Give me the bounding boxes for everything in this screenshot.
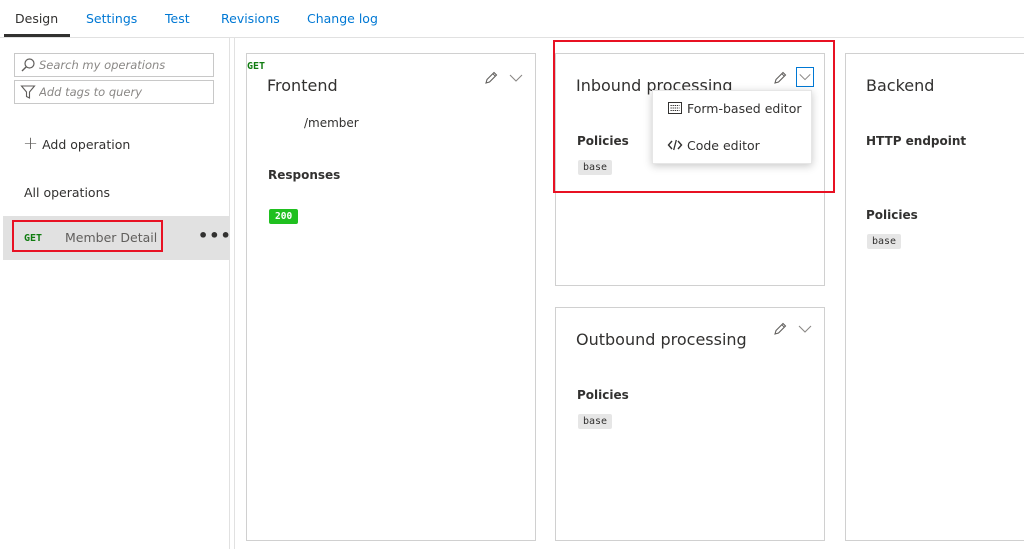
operation-item-member-detail[interactable]: GET Member Detail •••	[3, 216, 232, 260]
code-icon	[667, 139, 683, 151]
tab-bar: Design Settings Test Revisions Change lo…	[0, 0, 1024, 38]
method-badge: GET	[24, 233, 43, 244]
backend-panel: Backend HTTP endpoint Policies base	[845, 53, 1024, 541]
editor-dropdown-menu: Form-based editor Code editor	[652, 90, 812, 164]
tab-test[interactable]: Test	[165, 11, 190, 26]
chevron-down-icon	[799, 74, 811, 81]
search-icon	[21, 58, 35, 72]
status-badge[interactable]: 200	[269, 209, 299, 224]
panel-title: Backend	[866, 76, 935, 95]
tags-field[interactable]	[14, 80, 214, 104]
menu-item-form-editor[interactable]: Form-based editor	[667, 100, 802, 116]
pencil-icon[interactable]	[772, 321, 788, 337]
tags-input[interactable]	[39, 84, 209, 100]
chevron-down-icon[interactable]	[508, 70, 524, 86]
plus-icon: +	[23, 133, 39, 154]
chevron-dropdown-button[interactable]	[796, 67, 814, 87]
method-badge: GET	[247, 61, 266, 72]
policy-chip[interactable]: base	[578, 414, 613, 429]
more-options-icon[interactable]: •••	[198, 226, 232, 245]
pencil-icon[interactable]	[483, 70, 499, 86]
add-operation-label: Add operation	[42, 136, 131, 152]
policies-label: Policies	[577, 134, 629, 148]
divider	[234, 38, 235, 549]
tab-change-log[interactable]: Change log	[307, 11, 378, 26]
menu-item-code-editor[interactable]: Code editor	[667, 137, 760, 153]
search-field[interactable]	[14, 53, 214, 77]
outbound-panel: Outbound processing Policies base	[555, 307, 825, 541]
policies-label: Policies	[866, 208, 918, 222]
policies-label: Policies	[577, 388, 629, 402]
tab-settings[interactable]: Settings	[86, 11, 137, 26]
responses-label: Responses	[268, 168, 341, 182]
menu-item-label: Code editor	[687, 137, 760, 153]
panel-title: Outbound processing	[576, 330, 747, 349]
pencil-icon[interactable]	[772, 70, 788, 86]
menu-item-label: Form-based editor	[687, 100, 802, 116]
chevron-down-icon[interactable]	[797, 321, 813, 337]
tab-design[interactable]: Design	[15, 11, 58, 26]
operation-path: /member	[304, 116, 359, 130]
form-editor-icon	[668, 102, 682, 114]
operations-sidebar: + Add operation All operations GET Membe…	[3, 38, 232, 549]
policy-chip[interactable]: base	[867, 234, 902, 249]
filter-icon	[20, 85, 36, 99]
add-operation-button[interactable]: + Add operation	[23, 133, 131, 154]
tab-revisions[interactable]: Revisions	[221, 11, 280, 26]
http-endpoint-label: HTTP endpoint	[866, 134, 967, 148]
search-input[interactable]	[39, 57, 209, 73]
operation-name: Member Detail	[65, 230, 158, 245]
panel-title: Frontend	[267, 76, 338, 95]
active-tab-indicator	[4, 34, 70, 37]
policy-chip[interactable]: base	[578, 160, 613, 175]
inbound-panel: Inbound processing Policies base	[555, 53, 825, 286]
frontend-panel: Frontend GET /member Responses 200	[246, 53, 536, 541]
all-operations-item[interactable]: All operations	[24, 185, 110, 200]
